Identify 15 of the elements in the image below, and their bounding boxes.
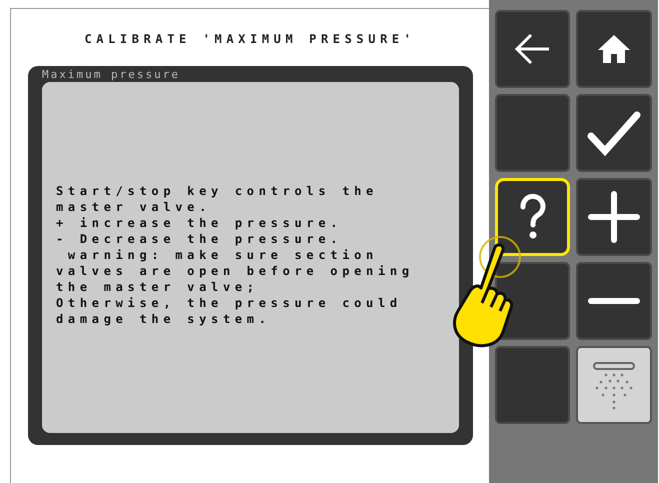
home-button[interactable]	[576, 10, 652, 88]
confirm-button[interactable]	[576, 94, 652, 172]
home-icon	[596, 33, 632, 65]
back-button[interactable]	[495, 10, 570, 88]
minus-button[interactable]	[576, 262, 652, 340]
sprayer-button[interactable]	[576, 346, 652, 424]
minus-icon	[588, 297, 640, 305]
plus-icon	[588, 191, 640, 243]
field-label: Maximum pressure	[42, 68, 181, 82]
help-icon	[518, 193, 548, 241]
help-button[interactable]	[495, 178, 570, 256]
checkmark-icon	[587, 110, 641, 156]
plus-button[interactable]	[576, 178, 652, 256]
screen-title: CALIBRATE 'MAXIMUM PRESSURE'	[83, 32, 417, 46]
help-text: Start/stop key controls the master valve. + increase the pressure. - Decrease the pressure. warning: make sure section valves are open before opening the master valve; Otherwise, the pressure could damage the system.	[56, 183, 415, 327]
